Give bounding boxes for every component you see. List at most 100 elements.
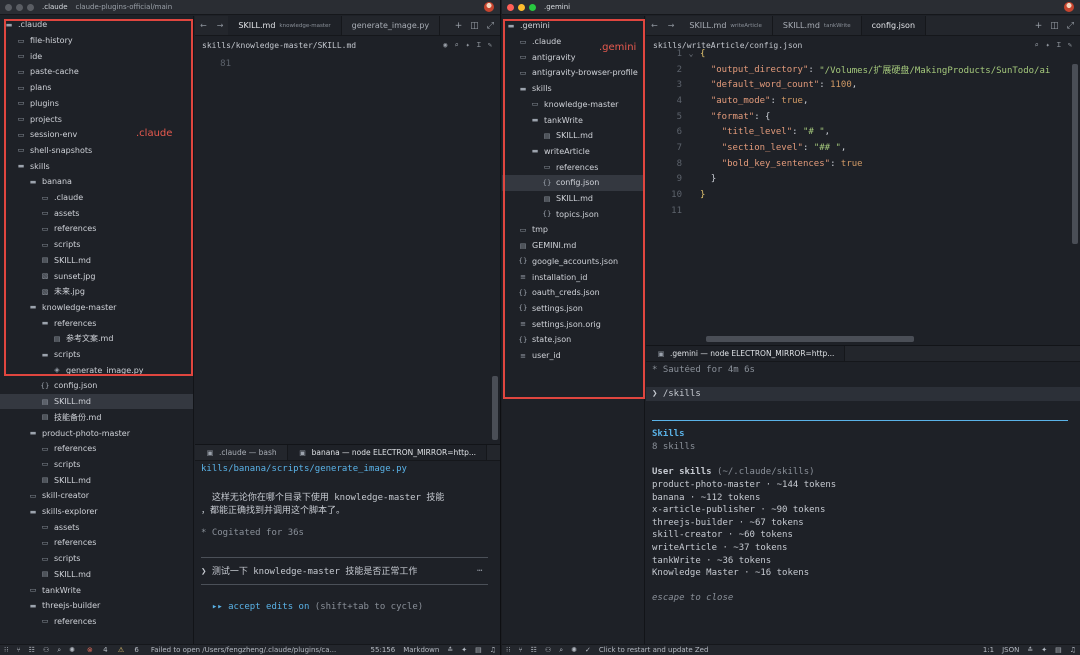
tree-item[interactable]: ▭ references — [0, 614, 193, 630]
debug-icon[interactable]: ✺ — [571, 646, 577, 654]
tree-item[interactable]: ▤ GEMINI.md — [502, 238, 644, 254]
status-message[interactable]: Failed to open /Users/fengzheng/.claude/… — [151, 646, 336, 654]
tree-item[interactable]: ▭ tmp — [502, 222, 644, 238]
tree-item[interactable]: ▭ ide — [0, 48, 193, 64]
tree-item[interactable]: {} state.json — [502, 332, 644, 348]
user-avatar[interactable] — [1064, 2, 1074, 12]
assistant-icon[interactable]: ✦ — [461, 646, 467, 654]
tree-item[interactable]: ▧ sunset.jpg — [0, 268, 193, 284]
tree-item[interactable]: ▬ writeArticle — [502, 144, 644, 160]
project-panel-icon[interactable]: ⁝⁝ — [4, 646, 8, 654]
collab-icon[interactable]: ⚇ — [545, 646, 551, 654]
tree-item[interactable]: ▬ skills — [502, 81, 644, 97]
tree-item[interactable]: {} oauth_creds.json — [502, 285, 644, 301]
tree-item[interactable]: ▬ threejs-builder — [0, 598, 193, 614]
bell-icon[interactable]: ♫ — [490, 646, 496, 654]
tab-skill-md[interactable]: SKILL.md knowledge-master — [228, 16, 342, 35]
settings-icon[interactable]: ≛ — [447, 646, 453, 654]
tree-item[interactable]: ▭ paste-cache — [0, 64, 193, 80]
git-branch-icon[interactable]: ⑂ — [518, 646, 522, 654]
tree-item[interactable]: ▭ assets — [0, 205, 193, 221]
settings-icon[interactable]: ≛ — [1027, 646, 1033, 654]
left-project-name[interactable]: .claude — [42, 3, 68, 11]
tree-item[interactable]: ▬ scripts — [0, 347, 193, 363]
code-line[interactable]: 9 } — [646, 172, 1080, 188]
code-line[interactable]: 3 "default_word_count": 1100, — [646, 77, 1080, 93]
tree-item[interactable]: ▭ shell-snapshots — [0, 143, 193, 159]
outline-icon[interactable]: ☷ — [29, 646, 35, 654]
user-avatar[interactable] — [484, 2, 494, 12]
tree-item[interactable]: ▭ antigravity-browser-profile — [502, 65, 644, 81]
search-icon[interactable]: ⌕ — [57, 646, 61, 655]
tree-item[interactable]: ▭ references — [0, 535, 193, 551]
tree-item[interactable]: ▭ scripts — [0, 457, 193, 473]
tree-item[interactable]: ▬ .claude — [0, 17, 193, 33]
tree-item[interactable]: ≡ installation_id — [502, 269, 644, 285]
tree-item[interactable]: {} config.json — [0, 378, 193, 394]
tree-item[interactable]: ▭ tankWrite — [0, 582, 193, 598]
left-window-controls[interactable] — [5, 3, 34, 11]
left-branch-name[interactable]: claude-plugins-official/main — [76, 3, 173, 11]
right-project-name[interactable]: .gemini — [544, 3, 570, 11]
code-line[interactable]: 7 "section_level": "## ", — [646, 140, 1080, 156]
tree-item[interactable]: ▤ 技能备份.md — [0, 410, 193, 426]
language-mode[interactable]: Markdown — [403, 646, 439, 654]
expand-icon[interactable]: ⤢ — [1067, 21, 1074, 31]
tree-item[interactable]: ▭ knowledge-master — [502, 97, 644, 113]
tree-item[interactable]: ≡ settings.json.orig — [502, 316, 644, 332]
diagnostics[interactable]: ⊗ 4 ⚠ 6 — [83, 646, 143, 654]
code-line[interactable]: 10} — [646, 187, 1080, 203]
tree-item[interactable]: ▬ tankWrite — [502, 112, 644, 128]
tree-item[interactable]: ▤ SKILL.md — [0, 393, 193, 410]
tree-item[interactable]: ▭ references — [502, 159, 644, 175]
terminal-prompt-input[interactable]: ❯ 测试一下 knowledge-master 技能是否正常工作 — [201, 564, 460, 577]
tree-item[interactable]: ▧ 未来.jpg — [0, 284, 193, 300]
split-pane-icon[interactable]: ◫ — [1050, 21, 1059, 31]
tree-item[interactable]: ▬ knowledge-master — [0, 300, 193, 316]
debug-icon[interactable]: ✺ — [69, 646, 75, 654]
tree-item[interactable]: {} google_accounts.json — [502, 254, 644, 270]
vertical-scrollbar[interactable] — [1072, 64, 1078, 244]
tree-item[interactable]: ▭ skill-creator — [0, 488, 193, 504]
tree-item[interactable]: ▭ .claude — [0, 190, 193, 206]
code-line[interactable]: 6 "title_level": "# ", — [646, 125, 1080, 141]
tab-generate-image-py[interactable]: generate_image.py — [342, 16, 441, 35]
back-arrow-icon[interactable]: ← — [195, 16, 212, 35]
tree-item[interactable]: ▬ references — [0, 315, 193, 331]
left-editor-scrollbar[interactable] — [492, 376, 498, 440]
tree-item[interactable]: ▤ SKILL.md — [0, 567, 193, 583]
project-panel-icon[interactable]: ⁝⁝ — [506, 646, 510, 654]
accept-edits-hint[interactable]: ▸▸ accept edits on (shift+tab to cycle) — [201, 602, 494, 612]
code-line[interactable]: 2 "output_directory": "/Volumes/扩展硬盘/Mak… — [646, 62, 1080, 78]
tree-item[interactable]: {} topics.json — [502, 206, 644, 222]
edit-pencil-icon[interactable]: ✎ — [488, 41, 492, 50]
text-cursor-icon[interactable]: Ɪ — [477, 41, 481, 50]
terminal-tab-gemini[interactable]: ▣ .gemini — node ELECTRON_MIRROR=http... — [646, 346, 846, 361]
tab-skill-md-writearticle[interactable]: SKILL.md writeArticle — [679, 16, 773, 35]
back-arrow-icon[interactable]: ← — [646, 16, 663, 35]
language-mode[interactable]: JSON — [1002, 646, 1019, 654]
update-status-message[interactable]: Click to restart and update Zed — [599, 646, 709, 654]
tree-item[interactable]: {} settings.json — [502, 301, 644, 317]
expand-icon[interactable]: ⤢ — [487, 21, 494, 31]
tree-item[interactable]: ▭ scripts — [0, 237, 193, 253]
preview-eye-icon[interactable]: ◉ — [443, 41, 447, 50]
code-line[interactable]: 11 — [646, 203, 1080, 219]
tab-config-json[interactable]: config.json — [861, 16, 927, 35]
tree-item[interactable]: ▭ plans — [0, 80, 193, 96]
panel-toggle-icon[interactable]: ▤ — [1055, 646, 1062, 654]
assistant-icon[interactable]: ✦ — [1041, 646, 1047, 654]
tree-item[interactable]: ▤ SKILL.md — [502, 128, 644, 144]
git-branch-icon[interactable]: ⑂ — [16, 646, 20, 654]
tree-item[interactable]: {} config.json — [502, 175, 644, 191]
new-tab-icon[interactable]: + — [1035, 21, 1043, 31]
tree-item[interactable]: ▬ .gemini — [502, 18, 644, 34]
tree-item[interactable]: ▤ 参考文案.md — [0, 331, 193, 347]
tab-skill-md-tankwrite[interactable]: SKILL.md tankWrite — [773, 16, 862, 35]
forward-arrow-icon[interactable]: → — [212, 16, 229, 35]
collab-icon[interactable]: ⚇ — [43, 646, 49, 654]
terminal-tab-banana[interactable]: ▣ banana — node ELECTRON_MIRROR=http... — [287, 445, 488, 460]
new-tab-icon[interactable]: + — [455, 21, 463, 31]
assistant-sparkle-icon[interactable]: ✦ — [466, 41, 470, 50]
left-breadcrumb[interactable]: skills/knowledge-master/SKILL.md ◉ ⌕ ✦ Ɪ ✎ — [195, 37, 500, 54]
